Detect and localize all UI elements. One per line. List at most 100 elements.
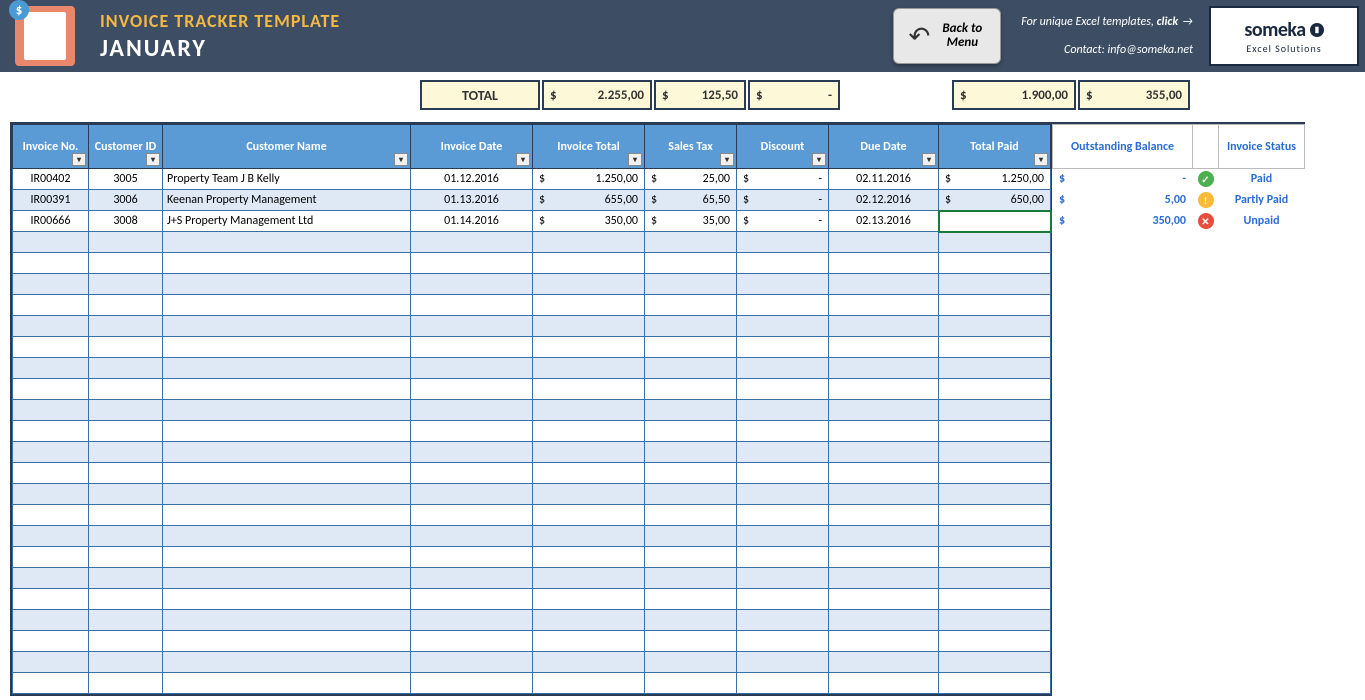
col-invoice-total[interactable]: Invoice Total▾ <box>533 125 645 169</box>
status-row <box>1053 442 1305 463</box>
table-row[interactable] <box>13 316 1051 337</box>
cell-sales-tax[interactable]: $65,50 <box>645 190 737 211</box>
cell-invoice-date[interactable]: 01.12.2016 <box>411 169 533 190</box>
table-row[interactable] <box>13 547 1051 568</box>
status-row <box>1053 652 1305 673</box>
filter-icon[interactable]: ▾ <box>628 153 642 166</box>
col-due-date[interactable]: Due Date▾ <box>829 125 939 169</box>
cell-total-paid[interactable]: $1.250,00 <box>939 169 1051 190</box>
cell-sales-tax[interactable]: $25,00 <box>645 169 737 190</box>
cell-status-icon: ! <box>1193 190 1219 211</box>
table-row[interactable] <box>13 631 1051 652</box>
table-row[interactable] <box>13 568 1051 589</box>
cell-customer-id[interactable]: 3008 <box>89 211 163 232</box>
cell-outstanding: $350,00 <box>1053 211 1193 232</box>
cell-due-date[interactable]: 02.12.2016 <box>829 190 939 211</box>
table-row[interactable] <box>13 652 1051 673</box>
table-row[interactable]: IR003913006Keenan Property Management01.… <box>13 190 1051 211</box>
col-outstanding: Outstanding Balance <box>1053 125 1193 169</box>
filter-icon[interactable]: ▾ <box>1034 153 1048 166</box>
filter-icon[interactable]: ▾ <box>516 153 530 166</box>
col-invoice-no[interactable]: Invoice No.▾ <box>13 125 89 169</box>
brand-subtitle: Excel Solutions <box>1246 42 1321 55</box>
table-row[interactable] <box>13 421 1051 442</box>
status-row <box>1053 253 1305 274</box>
month-title: JANUARY <box>100 34 883 63</box>
cell-discount[interactable]: $- <box>737 190 829 211</box>
table-row[interactable] <box>13 610 1051 631</box>
status-table: Outstanding Balance Invoice Status $-✓Pa… <box>1052 124 1305 694</box>
cell-status: Paid <box>1219 169 1305 190</box>
filter-icon[interactable]: ▾ <box>720 153 734 166</box>
status-row <box>1053 526 1305 547</box>
invoice-table[interactable]: Invoice No.▾ Customer ID▾ Customer Name▾… <box>12 124 1051 694</box>
table-row[interactable] <box>13 379 1051 400</box>
cell-customer-name[interactable]: Keenan Property Management <box>163 190 411 211</box>
header-titles: INVOICE TRACKER TEMPLATE JANUARY <box>90 0 883 72</box>
status-row <box>1053 610 1305 631</box>
table-row[interactable] <box>13 463 1051 484</box>
table-row[interactable] <box>13 274 1051 295</box>
app-header: INVOICE TRACKER TEMPLATE JANUARY ↶ Back … <box>0 0 1365 72</box>
cell-invoice-no[interactable]: IR00402 <box>13 169 89 190</box>
table-row[interactable] <box>13 232 1051 253</box>
table-row[interactable] <box>13 400 1051 421</box>
cell-due-date[interactable]: 02.11.2016 <box>829 169 939 190</box>
col-invoice-date[interactable]: Invoice Date▾ <box>411 125 533 169</box>
cell-outstanding: $- <box>1053 169 1193 190</box>
cell-customer-id[interactable]: 3006 <box>89 190 163 211</box>
header-right: For unique Excel templates, click→ Conta… <box>1011 0 1203 72</box>
filter-icon[interactable]: ▾ <box>922 153 936 166</box>
table-row[interactable] <box>13 526 1051 547</box>
cell-customer-name[interactable]: Property Team J B Kelly <box>163 169 411 190</box>
contact-email[interactable]: info@someka.net <box>1108 43 1194 57</box>
col-customer-name[interactable]: Customer Name▾ <box>163 125 411 169</box>
cell-invoice-date[interactable]: 01.13.2016 <box>411 190 533 211</box>
cell-sales-tax[interactable]: $35,00 <box>645 211 737 232</box>
cell-discount[interactable]: $- <box>737 169 829 190</box>
cell-customer-id[interactable]: 3005 <box>89 169 163 190</box>
table-row[interactable]: IR006663008J+S Property Management Ltd01… <box>13 211 1051 232</box>
col-customer-id[interactable]: Customer ID▾ <box>89 125 163 169</box>
table-row[interactable] <box>13 505 1051 526</box>
cell-invoice-date[interactable]: 01.14.2016 <box>411 211 533 232</box>
status-row <box>1053 547 1305 568</box>
table-row[interactable] <box>13 295 1051 316</box>
app-title: INVOICE TRACKER TEMPLATE <box>100 10 883 32</box>
cell-due-date[interactable]: 02.13.2016 <box>829 211 939 232</box>
filter-icon[interactable]: ▾ <box>394 153 408 166</box>
table-row[interactable] <box>13 442 1051 463</box>
table-row[interactable] <box>13 253 1051 274</box>
cell-total-paid[interactable] <box>939 211 1051 232</box>
cell-customer-name[interactable]: J+S Property Management Ltd <box>163 211 411 232</box>
promo-text[interactable]: For unique Excel templates, click→ <box>1021 15 1193 29</box>
cell-invoice-total[interactable]: $655,00 <box>533 190 645 211</box>
table-row[interactable] <box>13 358 1051 379</box>
cell-discount[interactable]: $- <box>737 211 829 232</box>
brand-chart-icon: ▮ <box>1310 23 1324 37</box>
col-total-paid[interactable]: Total Paid▾ <box>939 125 1051 169</box>
col-discount[interactable]: Discount▾ <box>737 125 829 169</box>
someka-logo[interactable]: someka▮ Excel Solutions <box>1209 6 1359 66</box>
cell-outstanding: $5,00 <box>1053 190 1193 211</box>
table-row[interactable]: IR004023005Property Team J B Kelly01.12.… <box>13 169 1051 190</box>
status-row <box>1053 463 1305 484</box>
filter-icon[interactable]: ▾ <box>812 153 826 166</box>
brand-name: someka▮ <box>1244 18 1323 42</box>
status-row <box>1053 232 1305 253</box>
col-sales-tax[interactable]: Sales Tax▾ <box>645 125 737 169</box>
cell-total-paid[interactable]: $650,00 <box>939 190 1051 211</box>
back-button-label: Back to Menu <box>942 22 982 51</box>
table-row[interactable] <box>13 673 1051 694</box>
cell-invoice-total[interactable]: $1.250,00 <box>533 169 645 190</box>
cell-invoice-no[interactable]: IR00391 <box>13 190 89 211</box>
table-row[interactable] <box>13 484 1051 505</box>
table-row[interactable] <box>13 337 1051 358</box>
back-to-menu-button[interactable]: ↶ Back to Menu <box>893 8 1001 64</box>
cell-invoice-total[interactable]: $350,00 <box>533 211 645 232</box>
total-discount: $- <box>748 80 840 110</box>
cell-invoice-no[interactable]: IR00666 <box>13 211 89 232</box>
table-row[interactable] <box>13 589 1051 610</box>
filter-icon[interactable]: ▾ <box>72 153 86 166</box>
filter-icon[interactable]: ▾ <box>146 153 160 166</box>
